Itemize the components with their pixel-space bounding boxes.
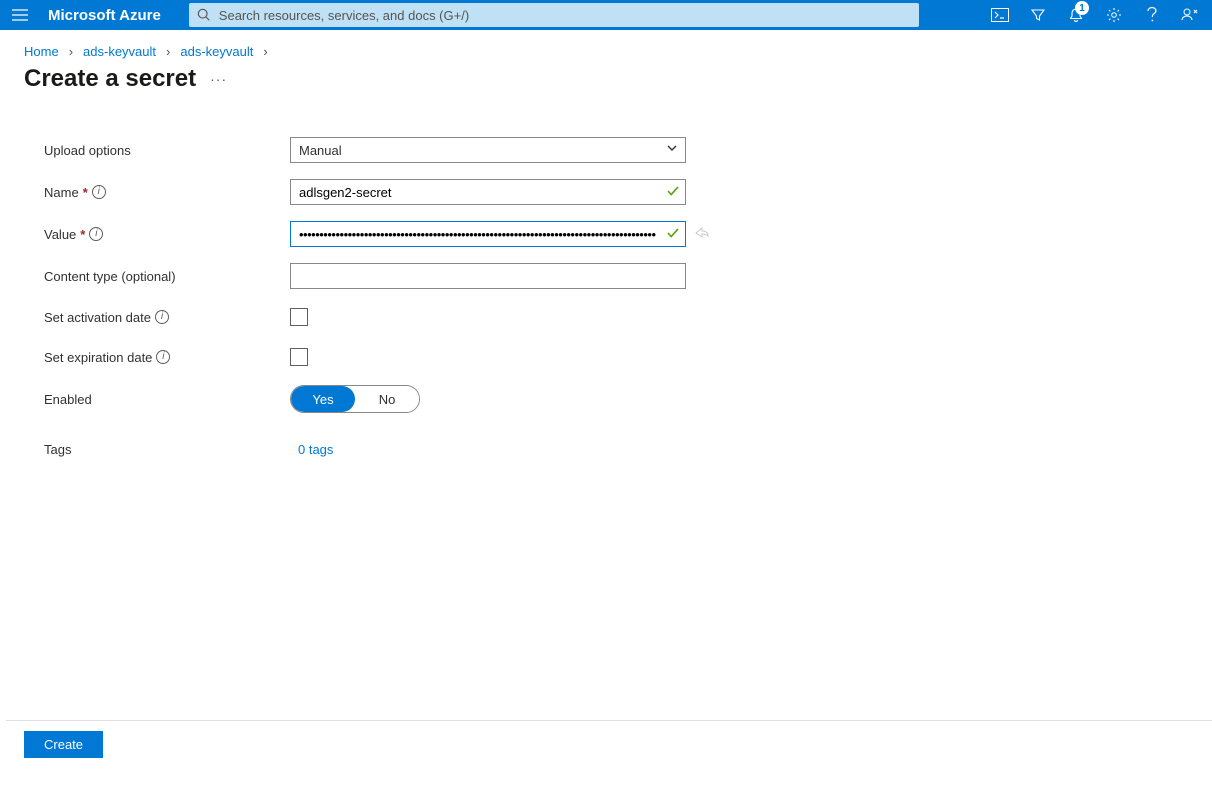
activation-label: Set activation date [44,310,151,325]
directory-filter-icon[interactable] [1022,1,1054,29]
menu-hamburger-icon[interactable] [6,1,34,29]
cloud-shell-icon[interactable] [984,1,1016,29]
expiration-checkbox[interactable] [290,348,308,366]
activation-checkbox[interactable] [290,308,308,326]
required-indicator: * [83,185,88,200]
required-indicator: * [80,227,85,242]
breadcrumb: Home › ads-keyvault › ads-keyvault › [0,30,1212,65]
search-icon [197,8,211,22]
breadcrumb-item-2[interactable]: ads-keyvault [180,44,253,59]
help-icon[interactable] [1136,1,1168,29]
upload-options-value: Manual [299,143,342,158]
breadcrumb-home[interactable]: Home [24,44,59,59]
upload-options-select[interactable]: Manual [290,137,686,163]
create-button[interactable]: Create [24,731,103,758]
name-input[interactable] [290,179,686,205]
enabled-no[interactable]: No [355,386,419,412]
chevron-right-icon: › [164,44,172,59]
enabled-toggle[interactable]: Yes No [290,385,420,413]
upload-options-label: Upload options [44,143,290,158]
expiration-label: Set expiration date [44,350,152,365]
info-icon[interactable]: i [155,310,169,324]
page-title: Create a secret [24,65,196,93]
value-label: Value [44,227,76,242]
search-input[interactable] [217,7,911,24]
content-type-input[interactable] [290,263,686,289]
enabled-yes[interactable]: Yes [291,386,355,412]
info-icon[interactable]: i [89,227,103,241]
tags-link[interactable]: 0 tags [290,442,333,457]
tag-callout-icon [694,225,710,241]
search-box[interactable] [189,3,919,27]
notifications-icon[interactable]: 1 [1060,1,1092,29]
chevron-right-icon: › [261,44,269,59]
content-type-label: Content type (optional) [44,269,290,284]
more-actions-button[interactable]: ··· [210,71,227,87]
info-icon[interactable]: i [156,350,170,364]
brand-label: Microsoft Azure [34,7,189,24]
value-input[interactable] [290,221,686,247]
notification-badge: 1 [1075,1,1089,15]
chevron-right-icon: › [67,44,75,59]
breadcrumb-item-1[interactable]: ads-keyvault [83,44,156,59]
name-label: Name [44,185,79,200]
tags-label: Tags [44,442,290,457]
info-icon[interactable]: i [92,185,106,199]
feedback-icon[interactable] [1174,1,1206,29]
enabled-label: Enabled [44,392,290,407]
settings-gear-icon[interactable] [1098,1,1130,29]
